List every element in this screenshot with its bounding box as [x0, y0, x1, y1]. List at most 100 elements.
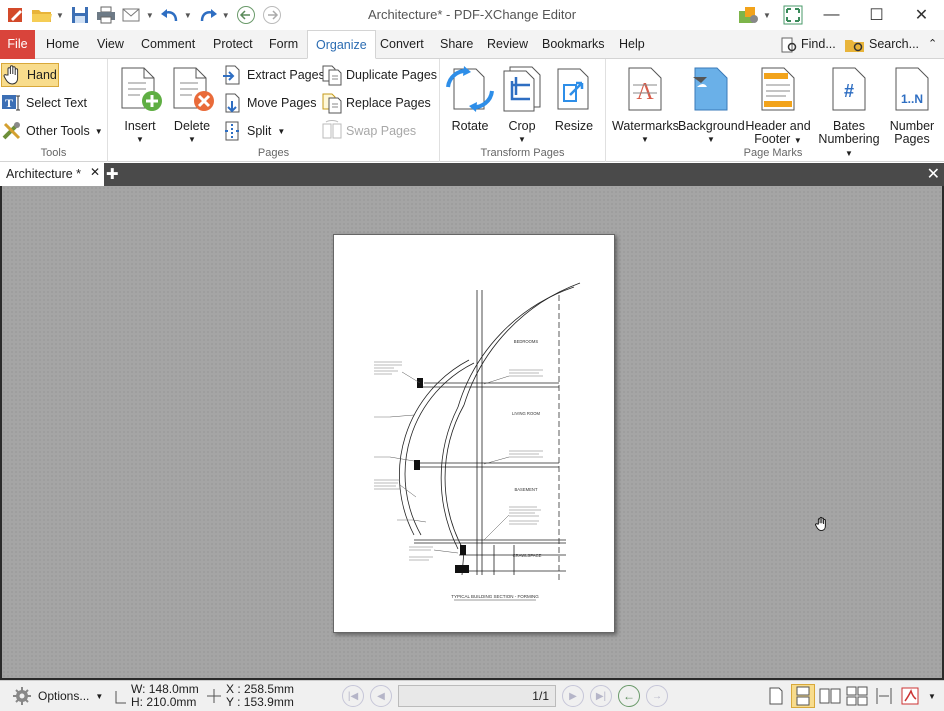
- delete-button[interactable]: Delete ▼: [168, 65, 216, 146]
- svg-text:1..N: 1..N: [901, 92, 923, 106]
- next-page-button[interactable]: ▶: [562, 685, 584, 707]
- svg-text:A: A: [636, 79, 654, 105]
- background-button[interactable]: Background ▼: [678, 65, 745, 146]
- chevron-down-icon: ▼: [136, 135, 144, 144]
- minimize-button[interactable]: —: [809, 0, 854, 30]
- fullscreen-icon[interactable]: [781, 4, 805, 26]
- maximize-button[interactable]: ☐: [854, 0, 899, 30]
- forward-icon[interactable]: [260, 4, 284, 26]
- insert-label: Insert: [124, 119, 156, 133]
- hand-cursor-icon: [814, 515, 830, 536]
- customize-icon[interactable]: [737, 4, 761, 26]
- pdf-page[interactable]: BEDROOMS LIVING ROOM BASEMENT CRAWLSPACE…: [333, 234, 615, 633]
- extract-pages-button[interactable]: Extract Pages: [222, 63, 325, 87]
- select-text-button[interactable]: T Select Text: [1, 91, 87, 115]
- continuous-facing-view-icon[interactable]: [845, 684, 869, 708]
- hand-label: Hand: [27, 68, 57, 82]
- back-icon[interactable]: [234, 4, 258, 26]
- resize-button[interactable]: Resize: [550, 65, 598, 133]
- collapse-ribbon-icon[interactable]: ⌃: [920, 30, 944, 59]
- room-label: CRAWLSPACE: [513, 553, 542, 558]
- svg-text:T: T: [5, 96, 13, 110]
- hand-tool-button[interactable]: Hand: [1, 63, 59, 87]
- bates-numbering-button[interactable]: # Bates Numbering ▼: [816, 65, 882, 160]
- crop-button[interactable]: Crop ▼: [498, 65, 546, 146]
- chevron-down-icon[interactable]: ▼: [926, 684, 938, 708]
- document-canvas[interactable]: BEDROOMS LIVING ROOM BASEMENT CRAWLSPACE…: [0, 186, 944, 680]
- chevron-down-icon[interactable]: ▼: [184, 11, 192, 20]
- tools-group: Hand T Select Text Other Tools ▼ Tools: [0, 59, 108, 162]
- open-folder-icon[interactable]: [30, 4, 54, 26]
- header-footer-icon: [761, 67, 795, 111]
- delete-page-icon: [173, 67, 214, 111]
- redo-icon[interactable]: [196, 4, 220, 26]
- ui-options: ▼: [737, 4, 807, 26]
- new-tab-icon[interactable]: ✚: [106, 165, 119, 183]
- save-icon[interactable]: [68, 4, 92, 26]
- menu-home[interactable]: Home: [38, 30, 87, 59]
- number-pages-button[interactable]: 1..N Number Pages: [886, 65, 938, 146]
- menu-convert[interactable]: Convert: [372, 30, 432, 59]
- resize-label: Resize: [554, 119, 594, 133]
- close-button[interactable]: ✕: [899, 0, 944, 30]
- watermarks-button[interactable]: A Watermarks ▼: [612, 65, 679, 146]
- document-tab-bar: Architecture * ✕ ✚ ✕: [0, 163, 944, 186]
- chevron-down-icon[interactable]: ▼: [146, 11, 154, 20]
- close-all-icon[interactable]: ✕: [927, 164, 940, 184]
- split-button[interactable]: Split ▼: [222, 119, 285, 143]
- replace-pages-button[interactable]: Replace Pages: [321, 91, 431, 115]
- duplicate-pages-button[interactable]: Duplicate Pages: [321, 63, 437, 87]
- insert-button[interactable]: Insert ▼: [116, 65, 164, 146]
- find-button[interactable]: Find...: [772, 30, 844, 59]
- crop-icon: [503, 66, 541, 112]
- menu-organize[interactable]: Organize: [307, 30, 376, 59]
- other-tools-button[interactable]: Other Tools ▼: [1, 119, 103, 143]
- single-page-view-icon[interactable]: [764, 684, 788, 708]
- rotate-button[interactable]: Rotate: [446, 65, 494, 133]
- close-tab-icon[interactable]: ✕: [90, 165, 100, 179]
- chevron-down-icon: ▼: [94, 126, 103, 136]
- facing-view-icon[interactable]: [818, 684, 842, 708]
- move-pages-button[interactable]: Move Pages: [222, 91, 316, 115]
- chevron-down-icon[interactable]: ▼: [222, 11, 230, 20]
- menu-bookmarks[interactable]: Bookmarks: [534, 30, 613, 59]
- swap-pages-button[interactable]: Swap Pages: [321, 119, 416, 143]
- menu-view[interactable]: View: [89, 30, 132, 59]
- menu-help[interactable]: Help: [611, 30, 653, 59]
- undo-icon[interactable]: [158, 4, 182, 26]
- header-footer-button[interactable]: Header and Footer ▼: [744, 65, 812, 147]
- quick-access-toolbar: ▼ ▼ ▼ ▼: [4, 4, 286, 26]
- previous-page-button[interactable]: ◀: [370, 685, 392, 707]
- menu-form[interactable]: Form: [261, 30, 306, 59]
- menu-comment[interactable]: Comment: [133, 30, 203, 59]
- chevron-down-icon[interactable]: ▼: [56, 11, 64, 20]
- replace-pages-label: Replace Pages: [346, 96, 431, 110]
- options-button[interactable]: Options... ▼: [12, 686, 103, 706]
- menu-file[interactable]: File: [0, 30, 35, 59]
- print-icon[interactable]: [94, 4, 118, 26]
- first-page-button[interactable]: |◀: [342, 685, 364, 707]
- number-pages-icon: 1..N: [895, 67, 929, 111]
- pdf-icon[interactable]: [899, 684, 923, 708]
- next-view-button[interactable]: →: [646, 685, 668, 707]
- page-number-input[interactable]: 1/1: [398, 685, 556, 707]
- document-tab[interactable]: Architecture * ✕: [0, 163, 104, 186]
- email-icon[interactable]: [120, 4, 144, 26]
- window-controls: — ☐ ✕: [809, 0, 944, 30]
- split-view-icon[interactable]: [872, 684, 896, 708]
- menu-review[interactable]: Review: [479, 30, 536, 59]
- continuous-view-icon[interactable]: [791, 684, 815, 708]
- menu-protect[interactable]: Protect: [205, 30, 261, 59]
- tools-icon: [2, 122, 21, 140]
- app-logo-icon[interactable]: [4, 4, 28, 26]
- duplicate-pages-label: Duplicate Pages: [346, 68, 438, 82]
- search-button[interactable]: Search...: [836, 30, 927, 59]
- pages-group-label: Pages: [257, 147, 290, 159]
- cursor-coordinates: X : 258.5mm Y : 153.9mm: [226, 683, 294, 709]
- room-label: BASEMENT: [514, 487, 537, 492]
- last-page-button[interactable]: ▶|: [590, 685, 612, 707]
- previous-view-button[interactable]: ←: [618, 685, 640, 707]
- chevron-down-icon[interactable]: ▼: [763, 11, 771, 20]
- menu-share[interactable]: Share: [432, 30, 481, 59]
- pages-group: Insert ▼ Delete ▼ Extract Pages Move Pag…: [108, 59, 440, 162]
